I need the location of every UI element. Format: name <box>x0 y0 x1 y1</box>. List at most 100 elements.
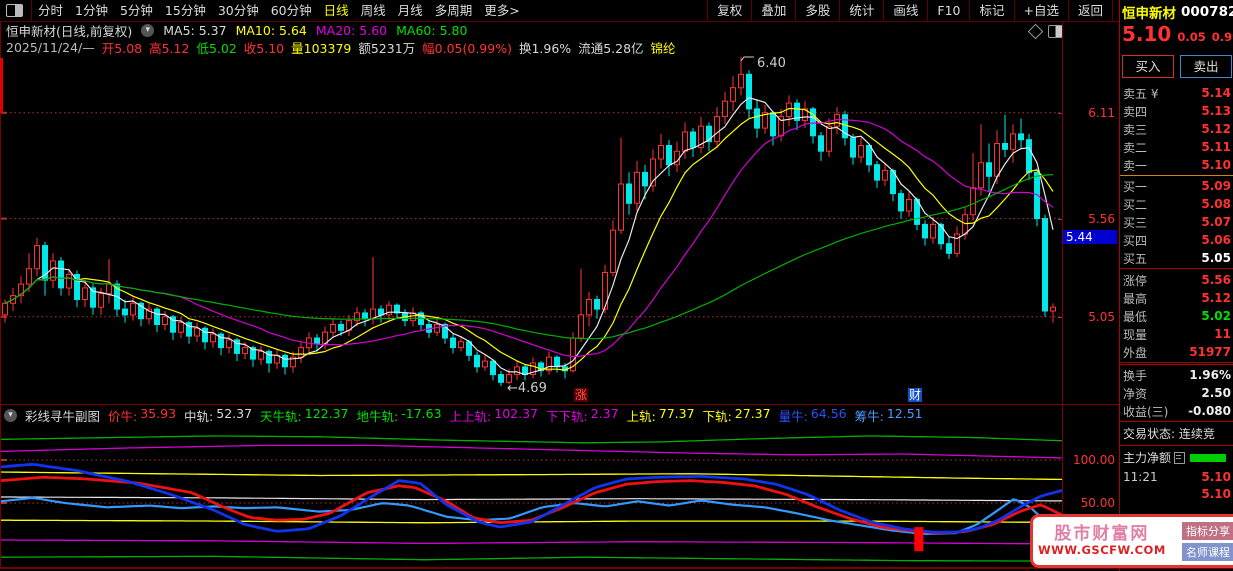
left-edge-red-bar <box>0 58 3 113</box>
toolbar-right: 复权 叠加 多股 统计 画线 F10 标记 +自选 返回 <box>707 0 1113 21</box>
tab-60min[interactable]: 60分钟 <box>265 0 318 21</box>
volume-value: 量103379 <box>291 38 351 57</box>
overlay-button[interactable]: 叠加 <box>751 0 795 21</box>
price-axis-label: 5.05 <box>1088 310 1115 324</box>
float-shares-value: 流通5.28亿 <box>578 38 643 57</box>
main-chart-area[interactable]: 6.40 ←4.69 <box>1 55 1062 405</box>
svg-text:←4.69: ←4.69 <box>507 381 547 396</box>
main-force-green-bar <box>1190 454 1226 462</box>
net-asset-row: 净资2.50 <box>1120 384 1233 402</box>
stock-code: 000782 <box>1181 4 1233 20</box>
ma60-value: MA60: 5.80 <box>396 23 467 38</box>
current-volume-row: 现量11 <box>1120 325 1233 343</box>
diamond-marker-icon[interactable] <box>1028 24 1044 40</box>
sell-level-4[interactable]: 卖四5.13 <box>1120 102 1233 120</box>
indicator-collapse-icon[interactable]: ▾ <box>4 409 17 422</box>
sell-level-3[interactable]: 卖三5.12 <box>1120 120 1233 138</box>
price-axis-label: 6.11 <box>1088 106 1115 120</box>
tianniugui-value: 天牛轨:122.37 <box>260 406 348 425</box>
main-candlestick-chart[interactable]: 6.40 ←4.69 <box>1 55 1062 405</box>
sell-button[interactable]: 卖出 <box>1180 55 1232 78</box>
stock-header: 恒申新材 000782 <box>1122 2 1233 22</box>
sub-chart-area[interactable] <box>1 425 1062 567</box>
svg-text:6.40: 6.40 <box>757 56 786 71</box>
tab-fenshi[interactable]: 分时 <box>32 0 69 21</box>
quote-panel: 恒申新材 000782 5.10 0.05 0.99% 买入 卖出 卖五 ¥5.… <box>1119 0 1233 571</box>
top-menu-bar: 分时 1分钟 5分钟 15分钟 30分钟 60分钟 日线 周线 月线 多周期 更… <box>0 0 1119 22</box>
industry-label: 锦纶 <box>651 38 676 57</box>
price-axis-label: 5.44 <box>1063 230 1117 244</box>
buy-button[interactable]: 买入 <box>1122 55 1174 78</box>
main-force-row: 主力净额 <box>1120 447 1233 468</box>
tab-30min[interactable]: 30分钟 <box>212 0 265 21</box>
collapse-chevron-icon[interactable]: ▾ <box>141 24 154 37</box>
detail-doc-icon[interactable] <box>1174 452 1185 464</box>
tab-daily[interactable]: 日线 <box>318 0 355 21</box>
turnover-value: 换1.96% <box>519 38 571 57</box>
buy-level-4[interactable]: 买四5.06 <box>1120 231 1233 249</box>
limit-up-row: 涨停5.56 <box>1120 271 1233 289</box>
main-force-label: 主力净额 <box>1123 449 1171 466</box>
divider <box>1120 445 1233 446</box>
tab-15min[interactable]: 15分钟 <box>159 0 212 21</box>
tab-5min[interactable]: 5分钟 <box>114 0 159 21</box>
ma10-value: MA10: 5.64 <box>236 23 307 38</box>
multi-stock-button[interactable]: 多股 <box>795 0 839 21</box>
watermark-tag-indicator: 指标分享 <box>1182 522 1233 540</box>
high-value: 高5.12 <box>149 38 189 57</box>
split-pane-icon[interactable] <box>1048 25 1063 38</box>
tab-1min[interactable]: 1分钟 <box>69 0 114 21</box>
window-layout-icon[interactable] <box>6 4 23 17</box>
liangniu-value: 量牛:64.56 <box>779 406 847 425</box>
zhonggui-value: 中轨:52.37 <box>184 406 252 425</box>
change-amount: 0.05 <box>1177 30 1205 44</box>
high-row: 最高5.12 <box>1120 289 1233 307</box>
back-button[interactable]: 返回 <box>1068 0 1113 21</box>
buy-level-5[interactable]: 买五5.05 <box>1120 249 1233 267</box>
eps-row: 收益(三)-0.080 <box>1120 402 1233 420</box>
order-book: 卖五 ¥5.14 卖四5.13 卖三5.12 卖二5.11 卖一5.10 买一5… <box>1120 84 1233 270</box>
tab-multi-period[interactable]: 多周期 <box>429 0 479 21</box>
xiagui-value: 下轨:27.37 <box>703 406 771 425</box>
indicator-line-chart[interactable] <box>1 425 1062 567</box>
last-price: 5.10 <box>1122 22 1171 46</box>
shanggui-value: 上轨:77.37 <box>627 406 695 425</box>
sell-level-2[interactable]: 卖二5.11 <box>1120 138 1233 156</box>
price-axis-label: 5.56 <box>1088 212 1115 226</box>
chouniu-value: 筹牛:12.51 <box>855 406 923 425</box>
chart-title-row: 恒申新材(日线,前复权) ▾ MA5: 5.37 MA10: 5.64 MA20… <box>0 22 1066 39</box>
mark-button[interactable]: 标记 <box>969 0 1013 21</box>
ma5-value: MA5: 5.37 <box>163 23 226 38</box>
indicator-axis-label: 100.00 <box>1073 453 1115 467</box>
change-value: 幅0.05(0.99%) <box>422 38 512 57</box>
shangshanggui-value: 上上轨:102.37 <box>450 406 538 425</box>
stats-button[interactable]: 统计 <box>839 0 883 21</box>
open-value: 开5.08 <box>102 38 142 57</box>
ma20-value: MA20: 5.60 <box>316 23 387 38</box>
draw-line-button[interactable]: 画线 <box>883 0 927 21</box>
outer-volume-row: 外盘51977 <box>1120 343 1233 361</box>
indicator-header: ▾ 彩线寻牛副图 价牛:35.93 中轨:52.37 天牛轨:122.37 地牛… <box>0 405 1064 425</box>
ohlc-info-row: 2025/11/24/— 开5.08 高5.12 低5.02 收5.10 量10… <box>0 39 1066 55</box>
date-label: 2025/11/24/— <box>6 40 95 55</box>
adjust-button[interactable]: 复权 <box>707 0 751 21</box>
add-watchlist-button[interactable]: +自选 <box>1014 0 1068 21</box>
divider <box>1120 362 1233 363</box>
trading-terminal-window: 分时 1分钟 5分钟 15分钟 30分钟 60分钟 日线 周线 月线 多周期 更… <box>0 0 1233 571</box>
diniugui-value: 地牛轨:-17.63 <box>357 406 442 425</box>
buy-level-2[interactable]: 买二5.08 <box>1120 195 1233 213</box>
tab-weekly[interactable]: 周线 <box>355 0 392 21</box>
time-price: 5.10 <box>1201 470 1231 484</box>
price-axis: 6.11 5.56 5.44 5.05 <box>1063 55 1118 405</box>
tab-more[interactable]: 更多> <box>478 0 525 21</box>
sell-level-1[interactable]: 卖一5.10 <box>1120 156 1233 174</box>
buy-level-1[interactable]: 买一5.09 <box>1120 177 1233 195</box>
watermark-url: WWW.GSCFW.COM <box>1038 544 1166 557</box>
sell-level-5[interactable]: 卖五 ¥5.14 <box>1120 84 1233 102</box>
tab-monthly[interactable]: 月线 <box>392 0 429 21</box>
jianiu-value: 价牛:35.93 <box>108 406 176 425</box>
divider <box>1120 421 1233 422</box>
buy-level-3[interactable]: 买三5.07 <box>1120 213 1233 231</box>
divider <box>1120 268 1233 269</box>
f10-button[interactable]: F10 <box>927 0 969 21</box>
